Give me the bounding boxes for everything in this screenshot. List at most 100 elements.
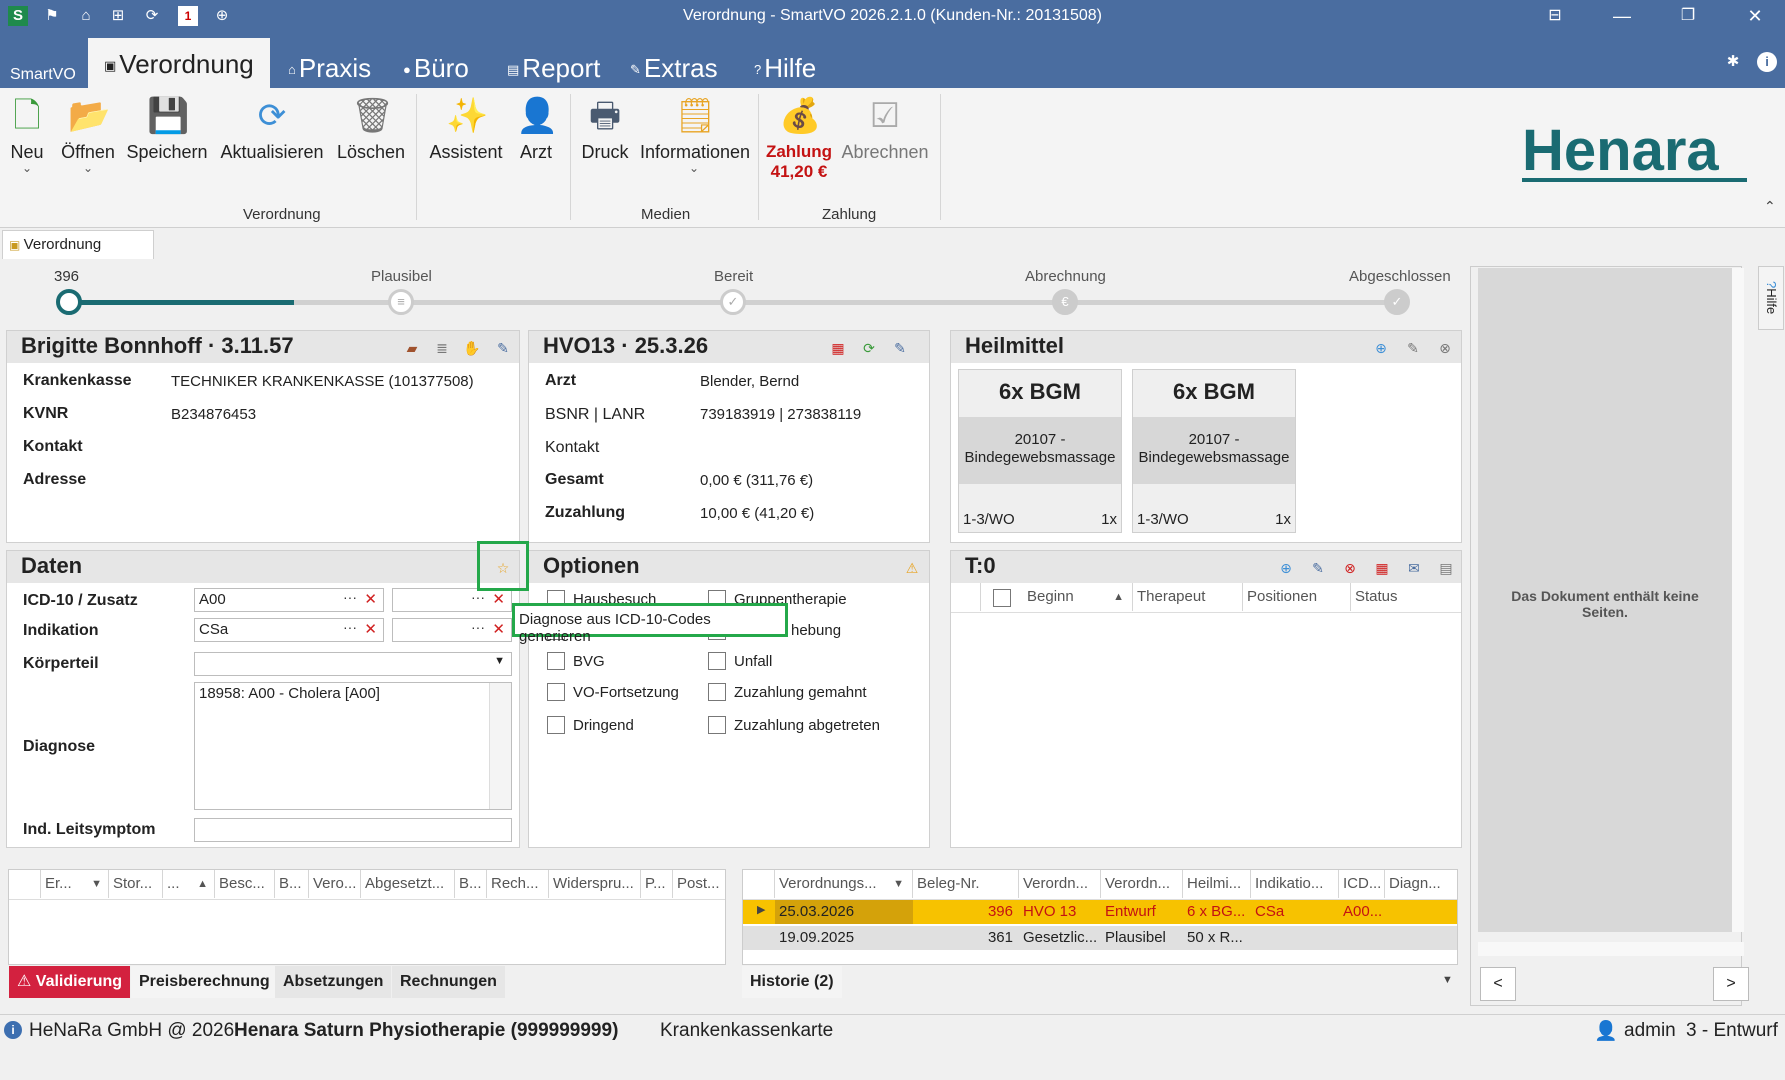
col-positionen[interactable]: Positionen	[1243, 583, 1351, 611]
col-therapeut[interactable]: Therapeut	[1133, 583, 1243, 611]
list-icon[interactable]: ≣	[433, 339, 451, 357]
clear-icon[interactable]: ✕	[492, 620, 505, 638]
diagnose-textarea[interactable]: 18958: A00 - Cholera [A00]	[194, 682, 512, 810]
menu-report[interactable]: ▤ Report	[507, 49, 600, 87]
icd-input[interactable]: A00 ··· ✕	[194, 588, 384, 612]
hand-icon[interactable]: ✋	[463, 339, 481, 357]
clear-icon[interactable]: ✕	[364, 590, 377, 608]
col-vero[interactable]: Vero...	[309, 870, 361, 898]
col-abgesetzt[interactable]: Abgesetzt...	[361, 870, 455, 898]
settings-icon[interactable]: ✱	[1723, 52, 1743, 72]
menu-extras[interactable]: ✎ Extras	[630, 49, 718, 87]
tab-absetzungen[interactable]: Absetzungen	[275, 966, 392, 998]
speichern-button[interactable]: 💾 Speichern	[126, 96, 208, 163]
col-beleg-nr[interactable]: Beleg-Nr.	[913, 870, 1019, 898]
menu-praxis[interactable]: ⌂ Praxis	[288, 49, 371, 87]
col-dots[interactable]: ... ▲	[163, 870, 215, 898]
preview-vscrollbar[interactable]	[1732, 268, 1744, 932]
icd-zusatz-input[interactable]: ··· ✕	[392, 588, 512, 612]
checkbox-zuzahlung-gemahnt[interactable]	[708, 683, 726, 701]
oeffnen-button[interactable]: 📂 Öffnen ⌄	[58, 96, 118, 175]
col-post[interactable]: Post...	[673, 870, 725, 898]
col-diagnose[interactable]: Diagn...	[1385, 870, 1457, 898]
col-besc[interactable]: Besc...	[215, 870, 275, 898]
mail-icon[interactable]: ✉	[1405, 559, 1423, 577]
columns-icon[interactable]: ▤	[1437, 559, 1455, 577]
textarea-scrollbar[interactable]	[489, 683, 511, 809]
col-verordnungsdatum[interactable]: Verordnungs... ▼	[775, 870, 913, 898]
col-storno[interactable]: Stor...	[109, 870, 163, 898]
checkbox-zuzahlung-abgetreten[interactable]	[708, 716, 726, 734]
col-beginn[interactable]: Beginn ▲	[1023, 583, 1133, 611]
tab-historie[interactable]: Historie (2)	[742, 966, 842, 998]
history-row[interactable]: ▶ 25.03.2026 396 HVO 13 Entwurf 6 x BG..…	[743, 900, 1457, 924]
druck-button[interactable]: 🖶 Druck	[578, 96, 632, 163]
add-icon[interactable]: ⊕	[1372, 339, 1390, 357]
clear-icon[interactable]: ✕	[492, 590, 505, 608]
layout-icon[interactable]: ⊟	[1530, 0, 1580, 34]
edit-icon[interactable]: ✎	[891, 339, 909, 357]
checkbox-bvg[interactable]	[547, 652, 565, 670]
col-er[interactable]: Er... ▼	[41, 870, 109, 898]
history-dropdown-icon[interactable]: ▼	[1442, 974, 1453, 986]
tab-verordnung[interactable]: ▣ Verordnung	[2, 230, 154, 260]
edit-icon[interactable]: ✎	[1404, 339, 1422, 357]
abrechnen-button[interactable]: ☑ Abrechnen	[838, 96, 932, 163]
menu-buero[interactable]: ● Büro	[403, 49, 469, 87]
info-icon[interactable]: i	[1757, 52, 1777, 72]
select-all-checkbox[interactable]	[993, 589, 1011, 607]
more-icon[interactable]: ···	[471, 619, 485, 635]
remove-icon[interactable]: ⊗	[1436, 339, 1454, 357]
minimize-button[interactable]: —	[1597, 0, 1647, 34]
aktualisieren-button[interactable]: ⟳ Aktualisieren	[218, 96, 326, 163]
add-icon[interactable]: ⊕	[1277, 559, 1295, 577]
more-icon[interactable]: ···	[343, 619, 357, 635]
zahlung-button[interactable]: 💰 Zahlung 41,20 €	[764, 96, 834, 182]
preview-next-button[interactable]: >	[1713, 967, 1749, 1001]
col-verordnungstyp[interactable]: Verordn...	[1019, 870, 1101, 898]
refresh-icon[interactable]: ⟳	[860, 339, 878, 357]
tab-preisberechnung[interactable]: Preisberechnung	[131, 966, 278, 998]
checkbox-unfall[interactable]	[708, 652, 726, 670]
assistent-button[interactable]: ✨ Assistent	[426, 96, 506, 163]
calendar-icon[interactable]: ▦	[1373, 559, 1391, 577]
tab-validierung[interactable]: ⚠ Validierung	[9, 966, 131, 998]
col-verordnungsstatus[interactable]: Verordn...	[1101, 870, 1183, 898]
col-heilmittel[interactable]: Heilmi...	[1183, 870, 1251, 898]
indikation-zusatz-input[interactable]: ··· ✕	[392, 618, 512, 642]
koerperteil-select[interactable]: ▼	[194, 652, 512, 676]
col-b1[interactable]: B...	[275, 870, 309, 898]
col-b2[interactable]: B...	[455, 870, 487, 898]
loeschen-button[interactable]: 🗑 Löschen	[336, 96, 406, 163]
heilmittel-card[interactable]: 6x BGM 20107 - Bindegewebsmassage 1-3/WO …	[1132, 369, 1296, 533]
menu-hilfe[interactable]: ? Hilfe	[754, 49, 816, 87]
indikation-input[interactable]: CSa ··· ✕	[194, 618, 384, 642]
edit-icon[interactable]: ✎	[1309, 559, 1327, 577]
col-status[interactable]: Status	[1351, 583, 1461, 611]
tab-rechnungen[interactable]: Rechnungen	[392, 966, 505, 998]
edit-icon[interactable]: ✎	[494, 339, 512, 357]
informationen-button[interactable]: 🗒 Informationen ⌄	[640, 96, 750, 175]
close-button[interactable]: ✕	[1730, 0, 1780, 34]
preview-hscrollbar[interactable]	[1478, 942, 1744, 956]
leitsymptom-input[interactable]	[194, 818, 512, 842]
col-widerspruch[interactable]: Widerspru...	[549, 870, 641, 898]
warning-icon[interactable]: ⚠	[903, 559, 921, 577]
arzt-button[interactable]: 👤 Arzt	[514, 96, 558, 163]
restore-button[interactable]: ❐	[1663, 0, 1713, 34]
collapse-ribbon-icon[interactable]: ⌃	[1764, 198, 1776, 215]
help-side-tab[interactable]: ?Hilfe	[1758, 266, 1784, 330]
col-rech[interactable]: Rech...	[487, 870, 549, 898]
heilmittel-card[interactable]: 6x BGM 20107 - Bindegewebsmassage 1-3/WO …	[958, 369, 1122, 533]
col-p[interactable]: P...	[641, 870, 673, 898]
briefcase-icon[interactable]: ▰	[403, 339, 421, 357]
checkbox-vo-fortsetzung[interactable]	[547, 683, 565, 701]
more-icon[interactable]: ···	[471, 589, 485, 605]
checkbox-dringend[interactable]	[547, 716, 565, 734]
history-row[interactable]: 19.09.2025 361 Gesetzlic... Plausibel 50…	[743, 926, 1457, 950]
col-indikation[interactable]: Indikatio...	[1251, 870, 1339, 898]
menu-verordnung[interactable]: ▣ Verordnung	[88, 38, 270, 88]
more-icon[interactable]: ···	[343, 589, 357, 605]
col-icd[interactable]: ICD...	[1339, 870, 1385, 898]
clear-icon[interactable]: ✕	[364, 620, 377, 638]
